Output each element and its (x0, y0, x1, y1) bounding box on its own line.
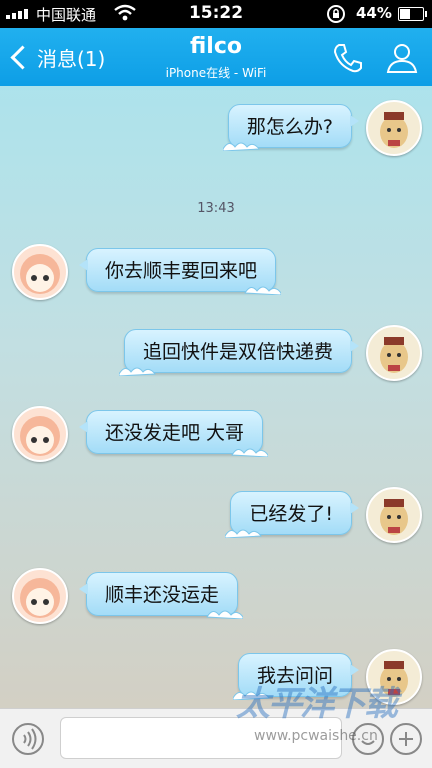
rotation-lock-icon (326, 4, 346, 28)
message-text: 顺丰还没运走 (105, 584, 220, 606)
status-bar: 中国联通 15:22 44% (0, 0, 432, 28)
message-row: 顺丰还没运走 (0, 564, 432, 624)
phone-icon (333, 44, 362, 73)
back-button[interactable]: 消息(1) (8, 40, 105, 74)
wave-decoration-icon (222, 142, 260, 151)
contact-name: filco (189, 34, 242, 59)
contact-avatar[interactable] (12, 568, 68, 624)
back-label: 消息(1) (37, 46, 106, 71)
message-text: 还没发走吧 大哥 (105, 422, 245, 444)
message-bubble-sent[interactable]: 追回快件是双倍快递费 (118, 329, 360, 376)
voice-input-button[interactable] (12, 723, 44, 755)
more-options-button[interactable] (390, 723, 422, 755)
chat-screen: 中国联通 15:22 44% 消息(1) filco iPhone在线 - Wi… (0, 0, 432, 768)
message-bubble-sent[interactable]: 那怎么办? (222, 104, 360, 151)
message-row: 那怎么办? (0, 96, 432, 156)
message-list[interactable]: 13:43 那怎么办? 你去顺丰要回来吧 追回快件是双倍快递费 还没发走吧 大哥… (0, 86, 432, 708)
message-bubble-received[interactable]: 顺丰还没运走 (78, 572, 244, 619)
call-button[interactable] (330, 40, 366, 76)
watermark-logo: 太平洋下载 (236, 684, 398, 724)
message-bubble-received[interactable]: 还没发走吧 大哥 (78, 410, 269, 457)
my-avatar[interactable] (366, 487, 422, 543)
message-text: 那怎么办? (246, 116, 333, 138)
message-row: 还没发走吧 大哥 (0, 402, 432, 462)
message-text: 追回快件是双倍快递费 (142, 341, 333, 363)
my-avatar[interactable] (366, 100, 422, 156)
wave-decoration-icon (244, 286, 282, 295)
battery-percent: 44% (356, 4, 392, 22)
message-row: 你去顺丰要回来吧 (0, 240, 432, 300)
voice-icon (23, 728, 37, 750)
chat-header: 消息(1) filco iPhone在线 - WiFi (0, 28, 432, 86)
contact-avatar[interactable] (12, 244, 68, 300)
wave-decoration-icon (225, 529, 263, 538)
wave-decoration-icon (118, 367, 156, 376)
message-timestamp: 13:43 (197, 201, 235, 216)
message-text: 你去顺丰要回来吧 (105, 260, 258, 282)
battery-icon (398, 7, 427, 21)
message-row: 追回快件是双倍快递费 (0, 321, 432, 381)
wave-decoration-icon (206, 610, 244, 619)
contact-avatar[interactable] (12, 406, 68, 462)
person-icon (386, 44, 418, 73)
message-bubble-sent[interactable]: 已经发了! (225, 491, 359, 538)
my-avatar[interactable] (366, 325, 422, 381)
wave-decoration-icon (231, 448, 269, 457)
message-bubble-received[interactable]: 你去顺丰要回来吧 (78, 248, 282, 295)
message-text: 已经发了! (249, 503, 333, 525)
contact-profile-button[interactable] (384, 40, 420, 76)
message-row: 已经发了! (0, 483, 432, 543)
watermark-url: www.pcwaishe.cn (254, 728, 378, 744)
chevron-left-icon (10, 44, 35, 70)
contact-status: iPhone在线 - WiFi (165, 66, 267, 80)
